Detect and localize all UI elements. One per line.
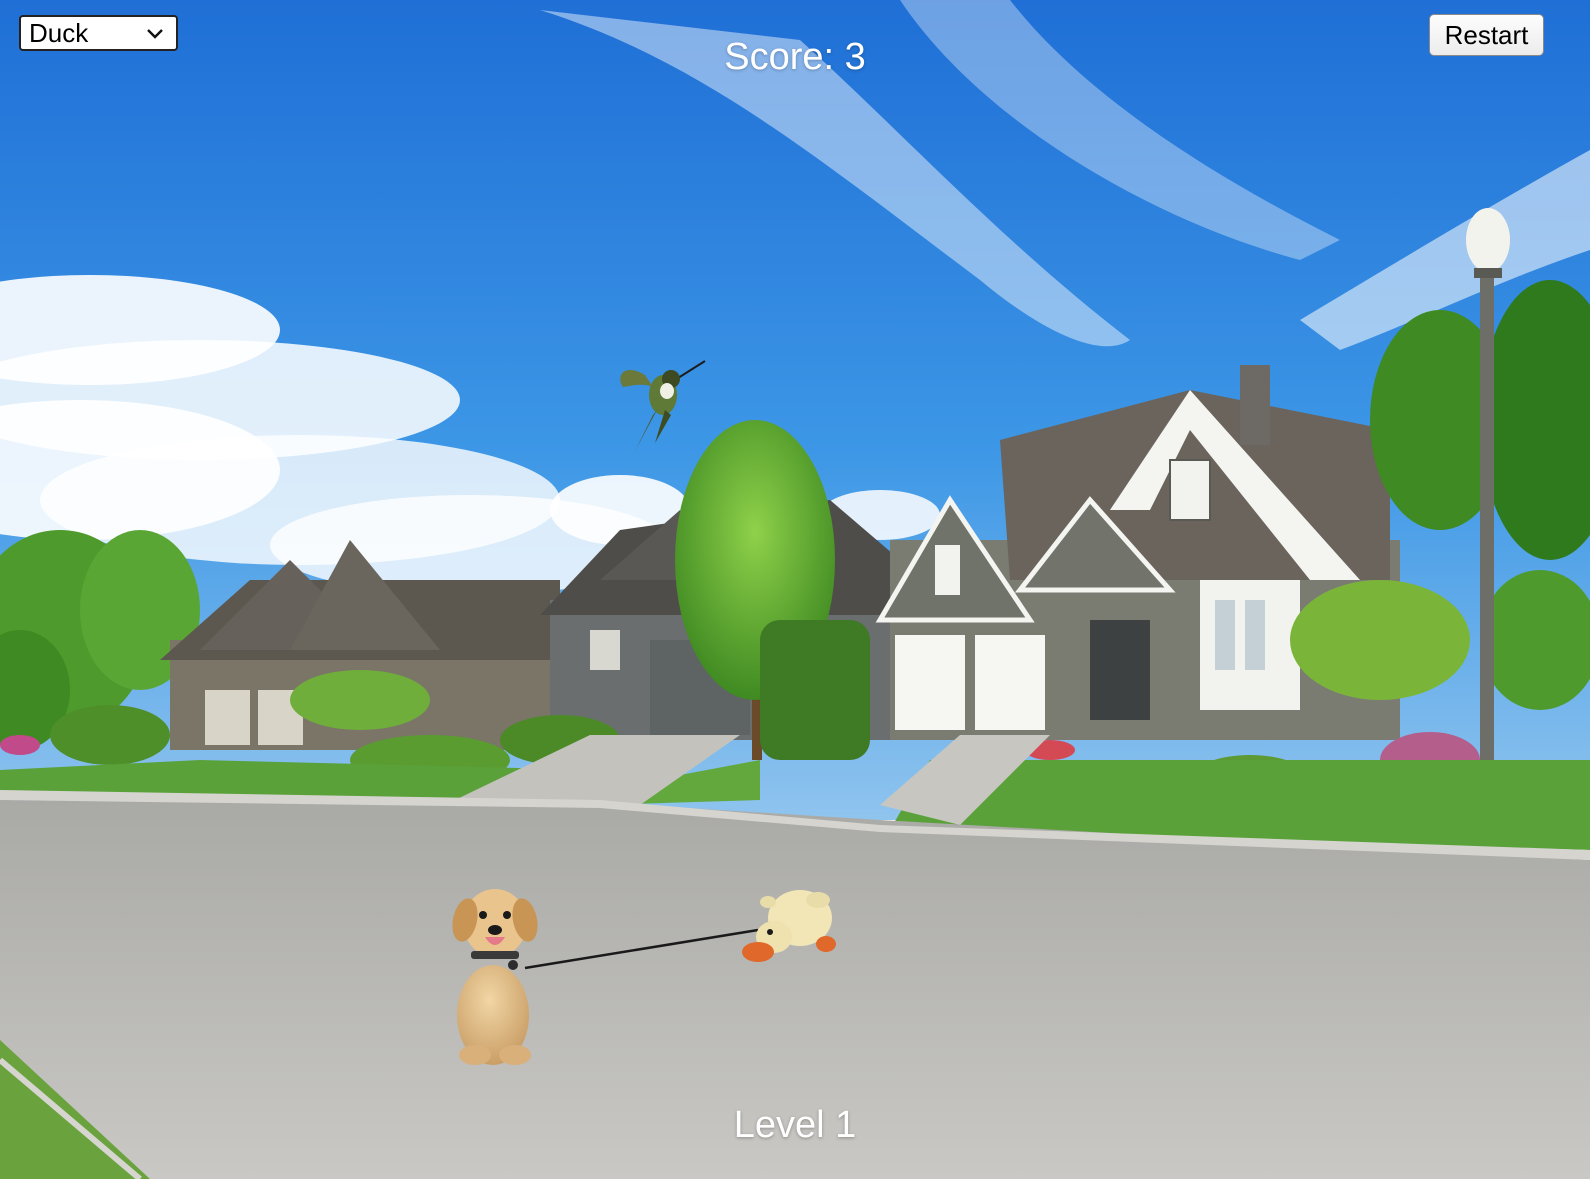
puppy-sprite[interactable] — [445, 885, 540, 1067]
duck-toy-sprite[interactable] — [738, 882, 840, 970]
score-display: Score: 3 — [724, 36, 866, 78]
level-display: Level 1 — [733, 1104, 857, 1146]
leash — [524, 928, 759, 970]
game-stage[interactable]: Duck Restart Score: 3 Level 1 — [0, 0, 1590, 1179]
